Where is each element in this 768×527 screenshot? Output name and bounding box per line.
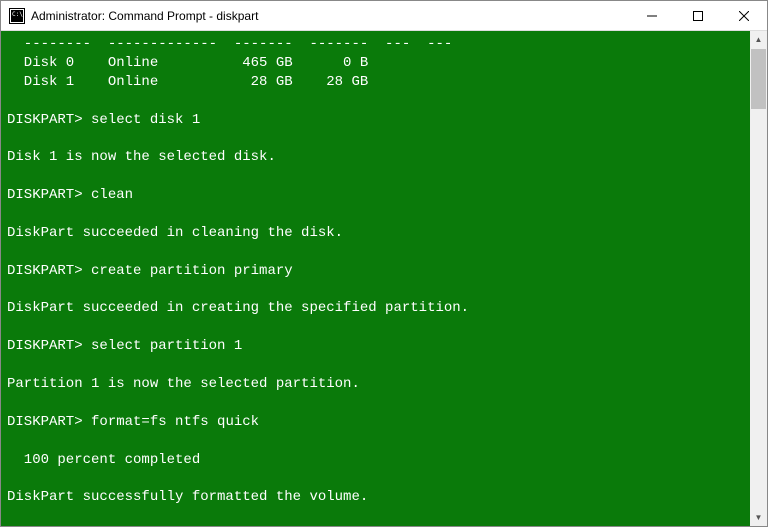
svg-text:C:\: C:\: [12, 11, 23, 18]
out-format-progress: 100 percent completed: [7, 452, 200, 468]
prompt-line: DISKPART> format=fs ntfs quick: [7, 414, 259, 430]
disk-row-0: Disk 0 Online 465 GB 0 B: [7, 55, 368, 71]
out-select-disk: Disk 1 is now the selected disk.: [7, 149, 276, 165]
scrollbar-up-arrow[interactable]: ▲: [750, 31, 767, 48]
diskpart-prompt: DISKPART>: [7, 338, 83, 354]
scrollbar-down-arrow[interactable]: ▼: [750, 509, 767, 526]
titlebar: C:\ Administrator: Command Prompt - disk…: [1, 1, 767, 31]
minimize-button[interactable]: [629, 1, 675, 30]
terminal-container: -------- ------------- ------- ------- -…: [1, 31, 767, 526]
disk-row-1: Disk 1 Online 28 GB 28 GB: [7, 74, 368, 90]
disk-table-ruler: -------- ------------- ------- ------- -…: [7, 36, 452, 52]
window-title: Administrator: Command Prompt - diskpart: [31, 9, 629, 23]
maximize-button[interactable]: [675, 1, 721, 30]
diskpart-prompt: DISKPART>: [7, 112, 83, 128]
cmd-clean: clean: [83, 187, 133, 203]
window-controls: [629, 1, 767, 30]
cmd-select-partition: select partition 1: [83, 338, 243, 354]
close-button[interactable]: [721, 1, 767, 30]
cmd-format: format=fs ntfs quick: [83, 414, 259, 430]
prompt-line: DISKPART> create partition primary: [7, 263, 293, 279]
diskpart-prompt: DISKPART>: [7, 187, 83, 203]
out-format-done: DiskPart successfully formatted the volu…: [7, 489, 368, 505]
diskpart-prompt: DISKPART>: [7, 263, 83, 279]
out-create-partition: DiskPart succeeded in creating the speci…: [7, 300, 469, 316]
prompt-line: DISKPART> select partition 1: [7, 338, 242, 354]
scrollbar-thumb[interactable]: [751, 49, 766, 109]
prompt-line: DISKPART> select disk 1: [7, 112, 200, 128]
cmd-create-partition: create partition primary: [83, 263, 293, 279]
diskpart-prompt: DISKPART>: [7, 414, 83, 430]
cmd-select-disk: select disk 1: [83, 112, 201, 128]
out-clean: DiskPart succeeded in cleaning the disk.: [7, 225, 343, 241]
out-select-partition: Partition 1 is now the selected partitio…: [7, 376, 360, 392]
prompt-line: DISKPART> clean: [7, 187, 133, 203]
terminal-output[interactable]: -------- ------------- ------- ------- -…: [1, 31, 750, 526]
cmd-icon: C:\: [9, 8, 25, 24]
vertical-scrollbar[interactable]: ▲ ▼: [750, 31, 767, 526]
